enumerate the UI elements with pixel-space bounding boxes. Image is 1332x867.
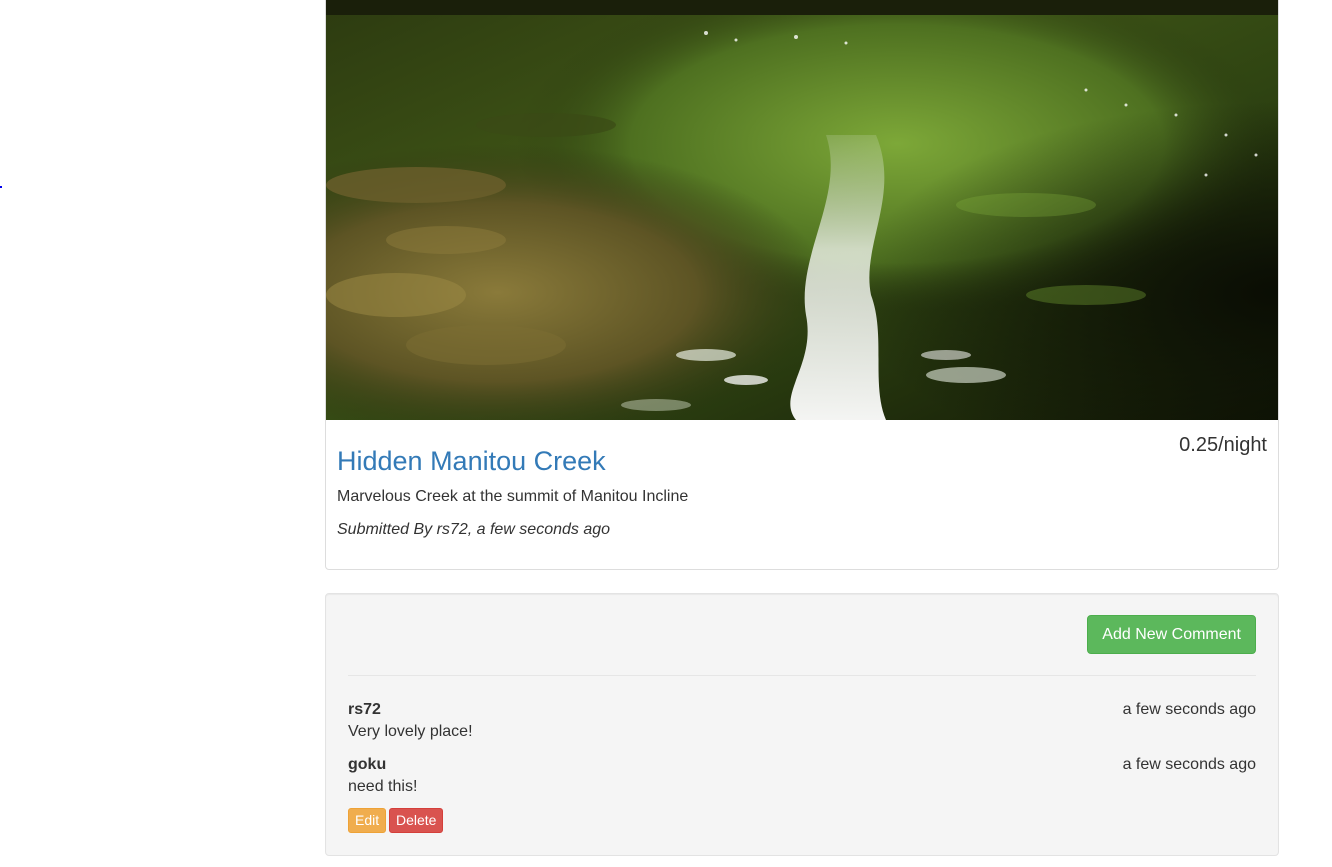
add-new-comment-button[interactable]: Add New Comment bbox=[1087, 615, 1256, 654]
comment-time: a few seconds ago bbox=[1122, 756, 1256, 773]
comments-divider bbox=[348, 675, 1256, 676]
comment-item: rs72 a few seconds ago Very lovely place… bbox=[348, 701, 1256, 741]
edit-comment-button[interactable]: Edit bbox=[348, 808, 387, 833]
comment-author: goku bbox=[348, 756, 387, 773]
comments-panel: Add New Comment rs72 a few seconds ago V… bbox=[325, 593, 1279, 856]
comment-time: a few seconds ago bbox=[1122, 701, 1256, 718]
campground-card: 0.25/night Hidden Manitou Creek Marvelou… bbox=[325, 0, 1279, 570]
comment-item: goku a few seconds ago need this! bbox=[348, 756, 1256, 796]
submitted-by: Submitted By rs72, a few seconds ago bbox=[337, 521, 611, 538]
comment-author: rs72 bbox=[348, 701, 381, 718]
campground-description: Marvelous Creek at the summit of Manitou… bbox=[337, 488, 689, 505]
campground-caption: 0.25/night Hidden Manitou Creek Marvelou… bbox=[326, 420, 1278, 569]
comment-text: need this! bbox=[348, 778, 418, 795]
comment-text: Very lovely place! bbox=[348, 723, 473, 740]
campground-photo bbox=[326, 0, 1278, 420]
comment-actions: Edit Delete bbox=[348, 808, 468, 833]
campground-title[interactable]: Hidden Manitou Creek bbox=[337, 445, 606, 477]
stray-link-dot bbox=[0, 186, 2, 188]
delete-comment-button[interactable]: Delete bbox=[389, 808, 444, 833]
campground-price: 0.25/night bbox=[1179, 434, 1267, 456]
